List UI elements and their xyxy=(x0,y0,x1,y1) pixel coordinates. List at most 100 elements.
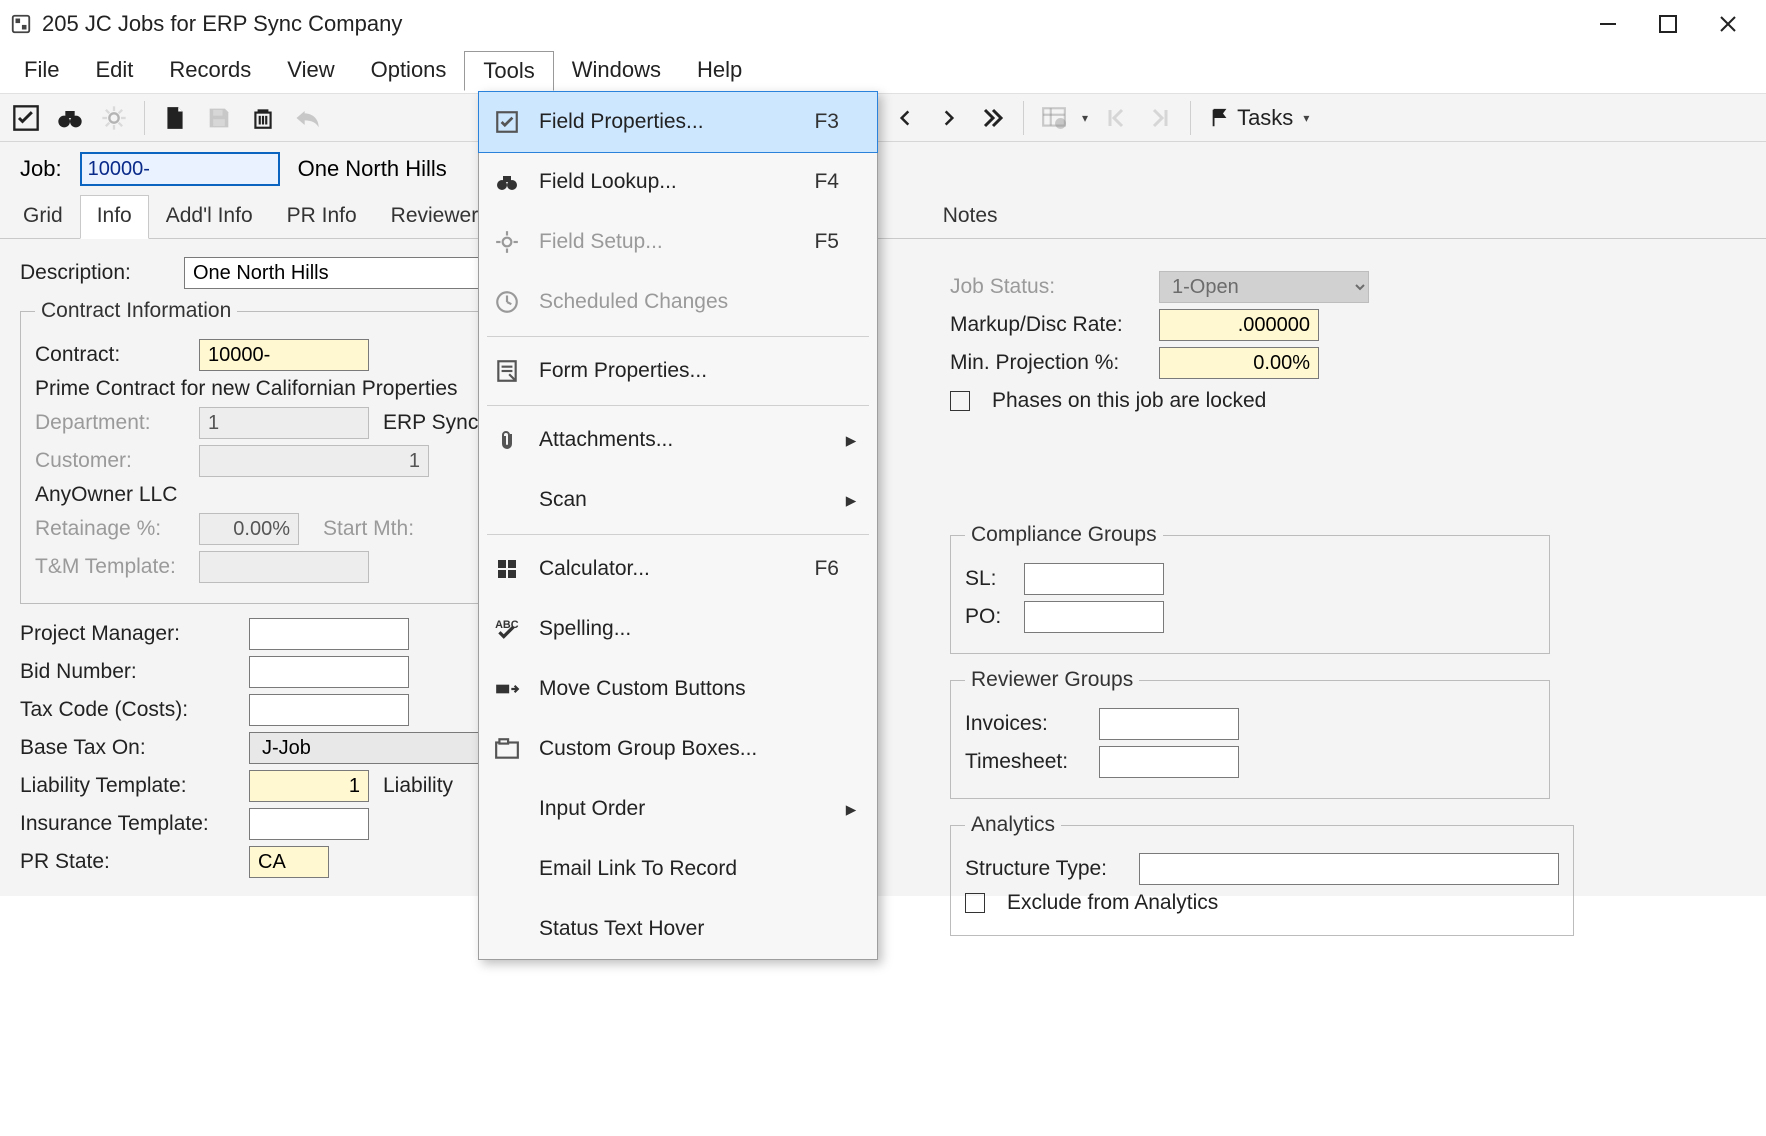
basetax-label: Base Tax On: xyxy=(20,736,235,760)
invoices-input[interactable] xyxy=(1099,708,1239,740)
tools-menu-item[interactable]: Scan▸ xyxy=(479,470,877,530)
basetax-select[interactable]: J-Job xyxy=(249,732,499,764)
submenu-arrow-icon: ▸ xyxy=(839,797,863,822)
status-label: Job Status: xyxy=(950,275,1145,299)
menu-view[interactable]: View xyxy=(269,51,352,91)
exclude-analytics-checkbox[interactable] xyxy=(965,893,985,913)
save-icon[interactable] xyxy=(199,98,239,138)
phases-locked-checkbox[interactable] xyxy=(950,391,970,411)
menu-item-label: Field Lookup... xyxy=(535,170,789,194)
job-label: Job: xyxy=(20,156,62,182)
markup-label: Markup/Disc Rate: xyxy=(950,313,1145,337)
go-first-icon[interactable] xyxy=(1096,98,1136,138)
pm-input[interactable] xyxy=(249,618,409,650)
reviewer-group: Reviewer Groups Invoices: Timesheet: xyxy=(950,668,1550,799)
table-settings-dropdown-icon[interactable]: ▾ xyxy=(1078,111,1092,125)
menu-edit[interactable]: Edit xyxy=(77,51,151,91)
tools-menu-item[interactable]: Form Properties... xyxy=(479,341,877,401)
nav-last-icon[interactable] xyxy=(973,98,1013,138)
close-button[interactable] xyxy=(1698,4,1758,44)
structtype-input[interactable] xyxy=(1139,853,1559,885)
sl-input[interactable] xyxy=(1024,563,1164,595)
taxcode-input[interactable] xyxy=(249,694,409,726)
menu-item-label: Form Properties... xyxy=(535,359,789,383)
tab-strip: Grid Info Add'l Info PR Info Reviewers N… xyxy=(0,194,1766,239)
tab-notes[interactable]: Notes xyxy=(926,195,1015,238)
sl-label: SL: xyxy=(965,567,1010,591)
retainage-label: Retainage %: xyxy=(35,517,185,541)
tools-menu-item[interactable]: Status Text Hover xyxy=(479,899,877,959)
job-input[interactable] xyxy=(80,152,280,186)
ins-label: Insurance Template: xyxy=(20,812,235,836)
minimize-button[interactable] xyxy=(1578,4,1638,44)
table-settings-icon[interactable] xyxy=(1034,98,1074,138)
tasks-label: Tasks xyxy=(1237,105,1293,131)
prstate-input[interactable] xyxy=(249,846,329,878)
tasks-button[interactable]: Tasks ▾ xyxy=(1201,105,1321,131)
contract-desc: Prime Contract for new Californian Prope… xyxy=(35,377,458,401)
tab-pr-info[interactable]: PR Info xyxy=(270,195,374,238)
new-icon[interactable] xyxy=(155,98,195,138)
reviewer-legend: Reviewer Groups xyxy=(965,668,1139,692)
calculator-icon xyxy=(479,557,535,581)
delete-icon[interactable] xyxy=(243,98,283,138)
menu-options[interactable]: Options xyxy=(353,51,465,91)
title-bar: 205 JC Jobs for ERP Sync Company xyxy=(0,0,1766,49)
bid-label: Bid Number: xyxy=(20,660,235,684)
bid-input[interactable] xyxy=(249,656,409,688)
app-icon xyxy=(10,13,32,35)
contract-input[interactable] xyxy=(199,339,369,371)
timesheet-label: Timesheet: xyxy=(965,750,1085,774)
tab-info[interactable]: Info xyxy=(80,195,149,239)
menu-help[interactable]: Help xyxy=(679,51,760,91)
menu-item-label: Custom Group Boxes... xyxy=(535,737,789,761)
paperclip-icon xyxy=(479,426,535,454)
exclude-analytics-label: Exclude from Analytics xyxy=(1007,891,1218,915)
contract-legend: Contract Information xyxy=(35,299,237,323)
tools-menu-item[interactable]: Field Lookup...F4 xyxy=(479,152,877,212)
tools-menu-item[interactable]: Move Custom Buttons xyxy=(479,659,877,719)
tools-menu-item[interactable]: Attachments...▸ xyxy=(479,410,877,470)
menu-records[interactable]: Records xyxy=(151,51,269,91)
tools-menu-item[interactable]: Email Link To Record xyxy=(479,839,877,899)
customer-label: Customer: xyxy=(35,449,185,473)
tools-menu-item[interactable]: Field Properties...F3 xyxy=(479,92,877,152)
prstate-label: PR State: xyxy=(20,850,235,874)
tab-addl-info[interactable]: Add'l Info xyxy=(149,195,270,238)
liab-input[interactable] xyxy=(249,770,369,802)
tab-grid[interactable]: Grid xyxy=(6,195,80,238)
tasks-dropdown-icon: ▾ xyxy=(1299,111,1313,125)
properties-icon xyxy=(479,109,535,135)
edit-icon[interactable] xyxy=(6,98,46,138)
window-title: 205 JC Jobs for ERP Sync Company xyxy=(42,11,402,37)
description-input[interactable] xyxy=(184,257,484,289)
menu-item-label: Email Link To Record xyxy=(535,857,789,881)
undo-icon[interactable] xyxy=(287,98,327,138)
menu-tools[interactable]: Tools xyxy=(464,51,553,91)
submenu-arrow-icon: ▸ xyxy=(839,428,863,453)
analytics-legend: Analytics xyxy=(965,813,1061,837)
tools-menu: Field Properties...F3Field Lookup...F4Fi… xyxy=(478,91,878,960)
markup-input[interactable] xyxy=(1159,309,1319,341)
maximize-button[interactable] xyxy=(1638,4,1698,44)
compliance-legend: Compliance Groups xyxy=(965,523,1163,547)
move-icon xyxy=(479,679,535,699)
submenu-arrow-icon: ▸ xyxy=(839,488,863,513)
tools-menu-item[interactable]: Custom Group Boxes... xyxy=(479,719,877,779)
ins-input[interactable] xyxy=(249,808,369,840)
minproj-input[interactable] xyxy=(1159,347,1319,379)
contract-label: Contract: xyxy=(35,343,185,367)
po-input[interactable] xyxy=(1024,601,1164,633)
menu-file[interactable]: File xyxy=(6,51,77,91)
timesheet-input[interactable] xyxy=(1099,746,1239,778)
go-last-icon[interactable] xyxy=(1140,98,1180,138)
menu-windows[interactable]: Windows xyxy=(554,51,679,91)
liab-after: Liability xyxy=(383,774,453,798)
tools-menu-item[interactable]: ABCSpelling... xyxy=(479,599,877,659)
binoculars-icon[interactable] xyxy=(50,98,90,138)
gear-icon[interactable] xyxy=(94,98,134,138)
nav-prev-icon[interactable] xyxy=(885,98,925,138)
tools-menu-item[interactable]: Input Order▸ xyxy=(479,779,877,839)
tools-menu-item[interactable]: Calculator...F6 xyxy=(479,539,877,599)
nav-next-icon[interactable] xyxy=(929,98,969,138)
